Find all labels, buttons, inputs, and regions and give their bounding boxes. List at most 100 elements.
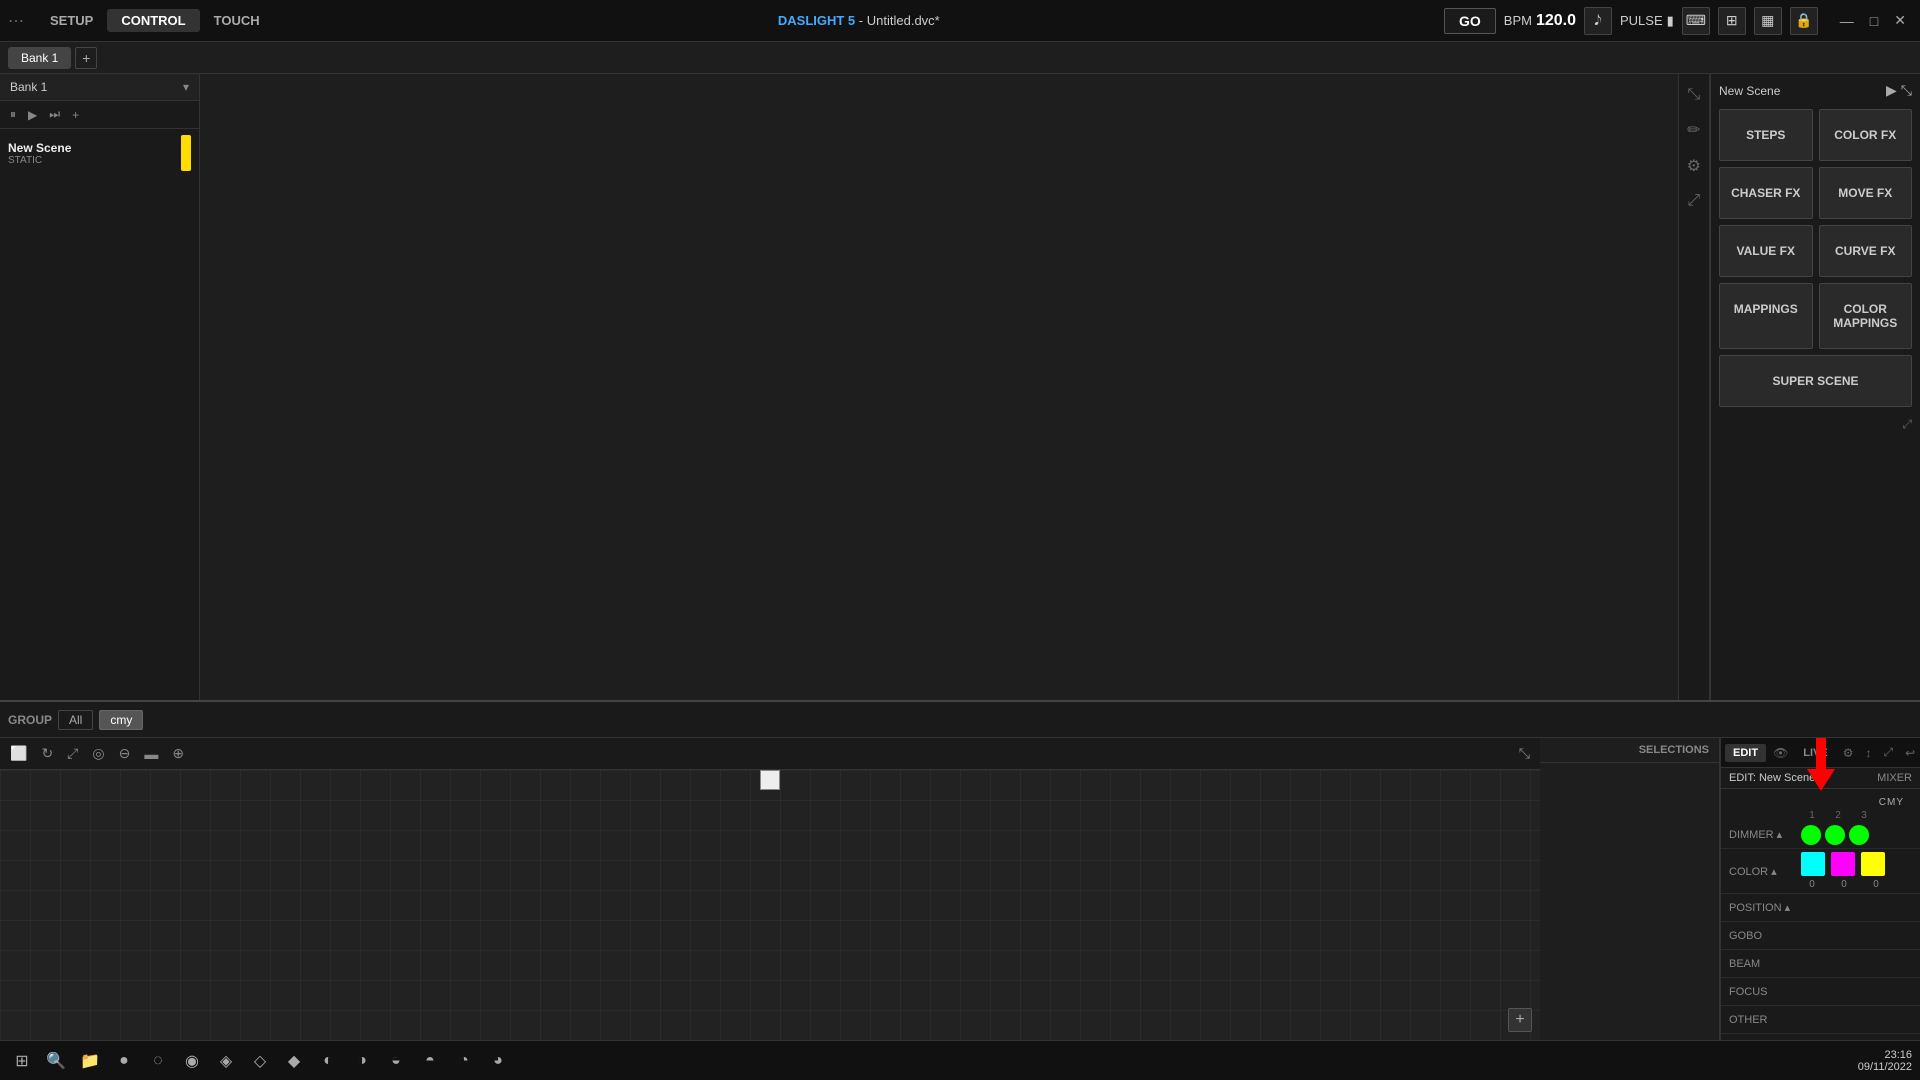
play-button[interactable]: ▶	[24, 106, 41, 124]
tab-icon-3[interactable]: ⤢	[1879, 742, 1899, 763]
fx-resize-icon[interactable]: ⤡	[1901, 82, 1912, 99]
rotate-tool-icon[interactable]: ↻	[37, 743, 57, 764]
slider-tool-icon[interactable]: ▬	[140, 744, 162, 764]
gobo-label[interactable]: GOBO	[1729, 930, 1801, 942]
settings-icon[interactable]: ⚙	[1683, 152, 1705, 180]
keyboard-icon[interactable]: ⌨	[1682, 7, 1710, 35]
app-subtitle: -	[859, 13, 867, 28]
app-icon-10[interactable]: ◕	[484, 1047, 512, 1075]
app-icon-1[interactable]: ◉	[178, 1047, 206, 1075]
chrome-icon[interactable]: ●	[110, 1047, 138, 1075]
bank-header-title: Bank 1	[10, 80, 47, 94]
edit-tab-live[interactable]: LIVE	[1795, 744, 1835, 762]
content-area: Bank 1 ▾ ⏸ ▶ ⏭ + New Scene STATIC	[0, 74, 1920, 700]
fixture-item[interactable]	[760, 770, 780, 790]
dimmer-dot-3[interactable]	[1849, 825, 1869, 845]
pause-button[interactable]: ⏸	[6, 105, 20, 124]
bottom-add-button[interactable]: +	[1508, 1008, 1532, 1032]
group-tabs: GROUP All cmy	[0, 702, 1920, 738]
dimmer-dot-2[interactable]	[1825, 825, 1845, 845]
menu-dots-icon[interactable]: ⋯	[8, 11, 24, 31]
toolbar-right-icon[interactable]: ⤡	[1515, 743, 1534, 764]
bpm-value[interactable]: 120.0	[1536, 12, 1576, 30]
bank-dropdown-icon[interactable]: ▾	[183, 80, 189, 94]
minus-tool-icon[interactable]: ⊖	[115, 743, 135, 764]
value-fx-button[interactable]: VALUE FX	[1719, 225, 1813, 277]
app-icon-4[interactable]: ◆	[280, 1047, 308, 1075]
curve-fx-button[interactable]: CURVE FX	[1819, 225, 1913, 277]
edit-panel: EDIT 👁 LIVE ⚙ ↕ ⤢ ↩ ↪ ⬇ 📷 🎵 EDIT: New Sc…	[1720, 738, 1920, 1040]
add-tool-icon[interactable]: ⊕	[168, 743, 188, 764]
minimize-button[interactable]: —	[1834, 10, 1860, 31]
select-tool-icon[interactable]: ⬜	[6, 743, 31, 764]
col-numbers: 1 2 3	[1721, 810, 1920, 821]
app-icon-9[interactable]: ◔	[450, 1047, 478, 1075]
time-display: 23:16	[1858, 1049, 1912, 1061]
taskbar: ⊞ 🔍 📁 ● ◌ ◉ ◈ ◇ ◆ ◐ ◑ ◒ ◓ ◔ ◕ 23:16 09/1…	[0, 1040, 1920, 1080]
color-label[interactable]: COLOR ▴	[1729, 865, 1801, 878]
resize-icon[interactable]: ⤡	[1683, 82, 1704, 108]
search-icon[interactable]: 🔍	[42, 1047, 70, 1075]
dimmer-label[interactable]: DIMMER ▴	[1729, 828, 1801, 841]
app-icon-7[interactable]: ◒	[382, 1047, 410, 1075]
metronome-icon[interactable]: 𝅘𝅥𝅮	[1584, 7, 1612, 35]
app-icon-6[interactable]: ◑	[348, 1047, 376, 1075]
pencil-icon[interactable]: ✏	[1683, 116, 1704, 144]
maximize-button[interactable]: □	[1864, 10, 1884, 31]
mixer-button[interactable]: MIXER	[1877, 772, 1912, 784]
color-swatch-magenta[interactable]	[1831, 852, 1855, 876]
steps-button[interactable]: STEPS	[1719, 109, 1813, 161]
skip-button[interactable]: ⏭	[45, 105, 64, 124]
super-scene-button[interactable]: SUPER SCENE	[1719, 355, 1912, 407]
move-tool-icon[interactable]: ⤢	[63, 743, 82, 764]
grid-icon[interactable]: ⊞	[1718, 7, 1746, 35]
tab-icon-1[interactable]: ⚙	[1838, 743, 1859, 763]
bpm-label: BPM	[1504, 13, 1532, 28]
app-icon-5[interactable]: ◐	[314, 1047, 342, 1075]
bank-tab-1[interactable]: Bank 1	[8, 47, 71, 69]
go-button[interactable]: GO	[1444, 8, 1496, 34]
menu-setup[interactable]: SETUP	[36, 9, 107, 32]
add-scene-button[interactable]: +	[68, 106, 83, 124]
cmy-header-area: CMY	[1721, 789, 1920, 810]
app-icon-8[interactable]: ◓	[416, 1047, 444, 1075]
expand-icon[interactable]: ⤢	[1683, 188, 1704, 214]
lock-icon[interactable]: 🔒	[1790, 7, 1818, 35]
edge-icon[interactable]: ◌	[144, 1047, 172, 1075]
fx-expand-icon[interactable]: ⤢	[1902, 417, 1912, 431]
focus-label[interactable]: FOCUS	[1729, 986, 1801, 998]
add-bank-button[interactable]: +	[75, 47, 97, 69]
beam-label[interactable]: BEAM	[1729, 958, 1801, 970]
windows-icon[interactable]: ⊞	[8, 1047, 36, 1075]
group-tab-all[interactable]: All	[58, 710, 93, 730]
color-area: 0 0 0	[1801, 852, 1887, 890]
tab-icon-2[interactable]: ↕	[1861, 743, 1877, 763]
fx-play-icon[interactable]: ▶	[1886, 82, 1897, 99]
fx-row-1: STEPS COLOR FX	[1719, 109, 1912, 161]
col-3: 3	[1853, 810, 1875, 821]
position-label[interactable]: POSITION ▴	[1729, 901, 1801, 914]
color-swatch-yellow[interactable]	[1861, 852, 1885, 876]
timer-tool-icon[interactable]: ◎	[88, 743, 108, 764]
video-icon[interactable]: ▦	[1754, 7, 1782, 35]
close-button[interactable]: ✕	[1888, 10, 1912, 31]
files-icon[interactable]: 📁	[76, 1047, 104, 1075]
color-mappings-button[interactable]: COLOR MAPPINGS	[1819, 283, 1913, 349]
group-tab-cmy[interactable]: cmy	[99, 710, 143, 730]
move-fx-button[interactable]: MOVE FX	[1819, 167, 1913, 219]
eye-icon[interactable]: 👁	[1768, 743, 1793, 763]
dimmer-dot-1[interactable]	[1801, 825, 1821, 845]
chaser-fx-button[interactable]: CHASER FX	[1719, 167, 1813, 219]
menu-touch[interactable]: TOUCH	[200, 9, 274, 32]
app-icon-3[interactable]: ◇	[246, 1047, 274, 1075]
menu-control[interactable]: CONTROL	[107, 9, 199, 32]
color-swatch-cyan[interactable]	[1801, 852, 1825, 876]
app-icon-2[interactable]: ◈	[212, 1047, 240, 1075]
color-fx-button[interactable]: COLOR FX	[1819, 109, 1913, 161]
scene-item-new-scene[interactable]: New Scene STATIC	[0, 129, 199, 177]
fixture-canvas-area: +	[0, 770, 1540, 1040]
tab-icon-4[interactable]: ↩	[1900, 743, 1920, 763]
other-label[interactable]: OTHER	[1729, 1014, 1801, 1026]
edit-tab-edit[interactable]: EDIT	[1725, 744, 1766, 762]
mappings-button[interactable]: MAPPINGS	[1719, 283, 1813, 349]
